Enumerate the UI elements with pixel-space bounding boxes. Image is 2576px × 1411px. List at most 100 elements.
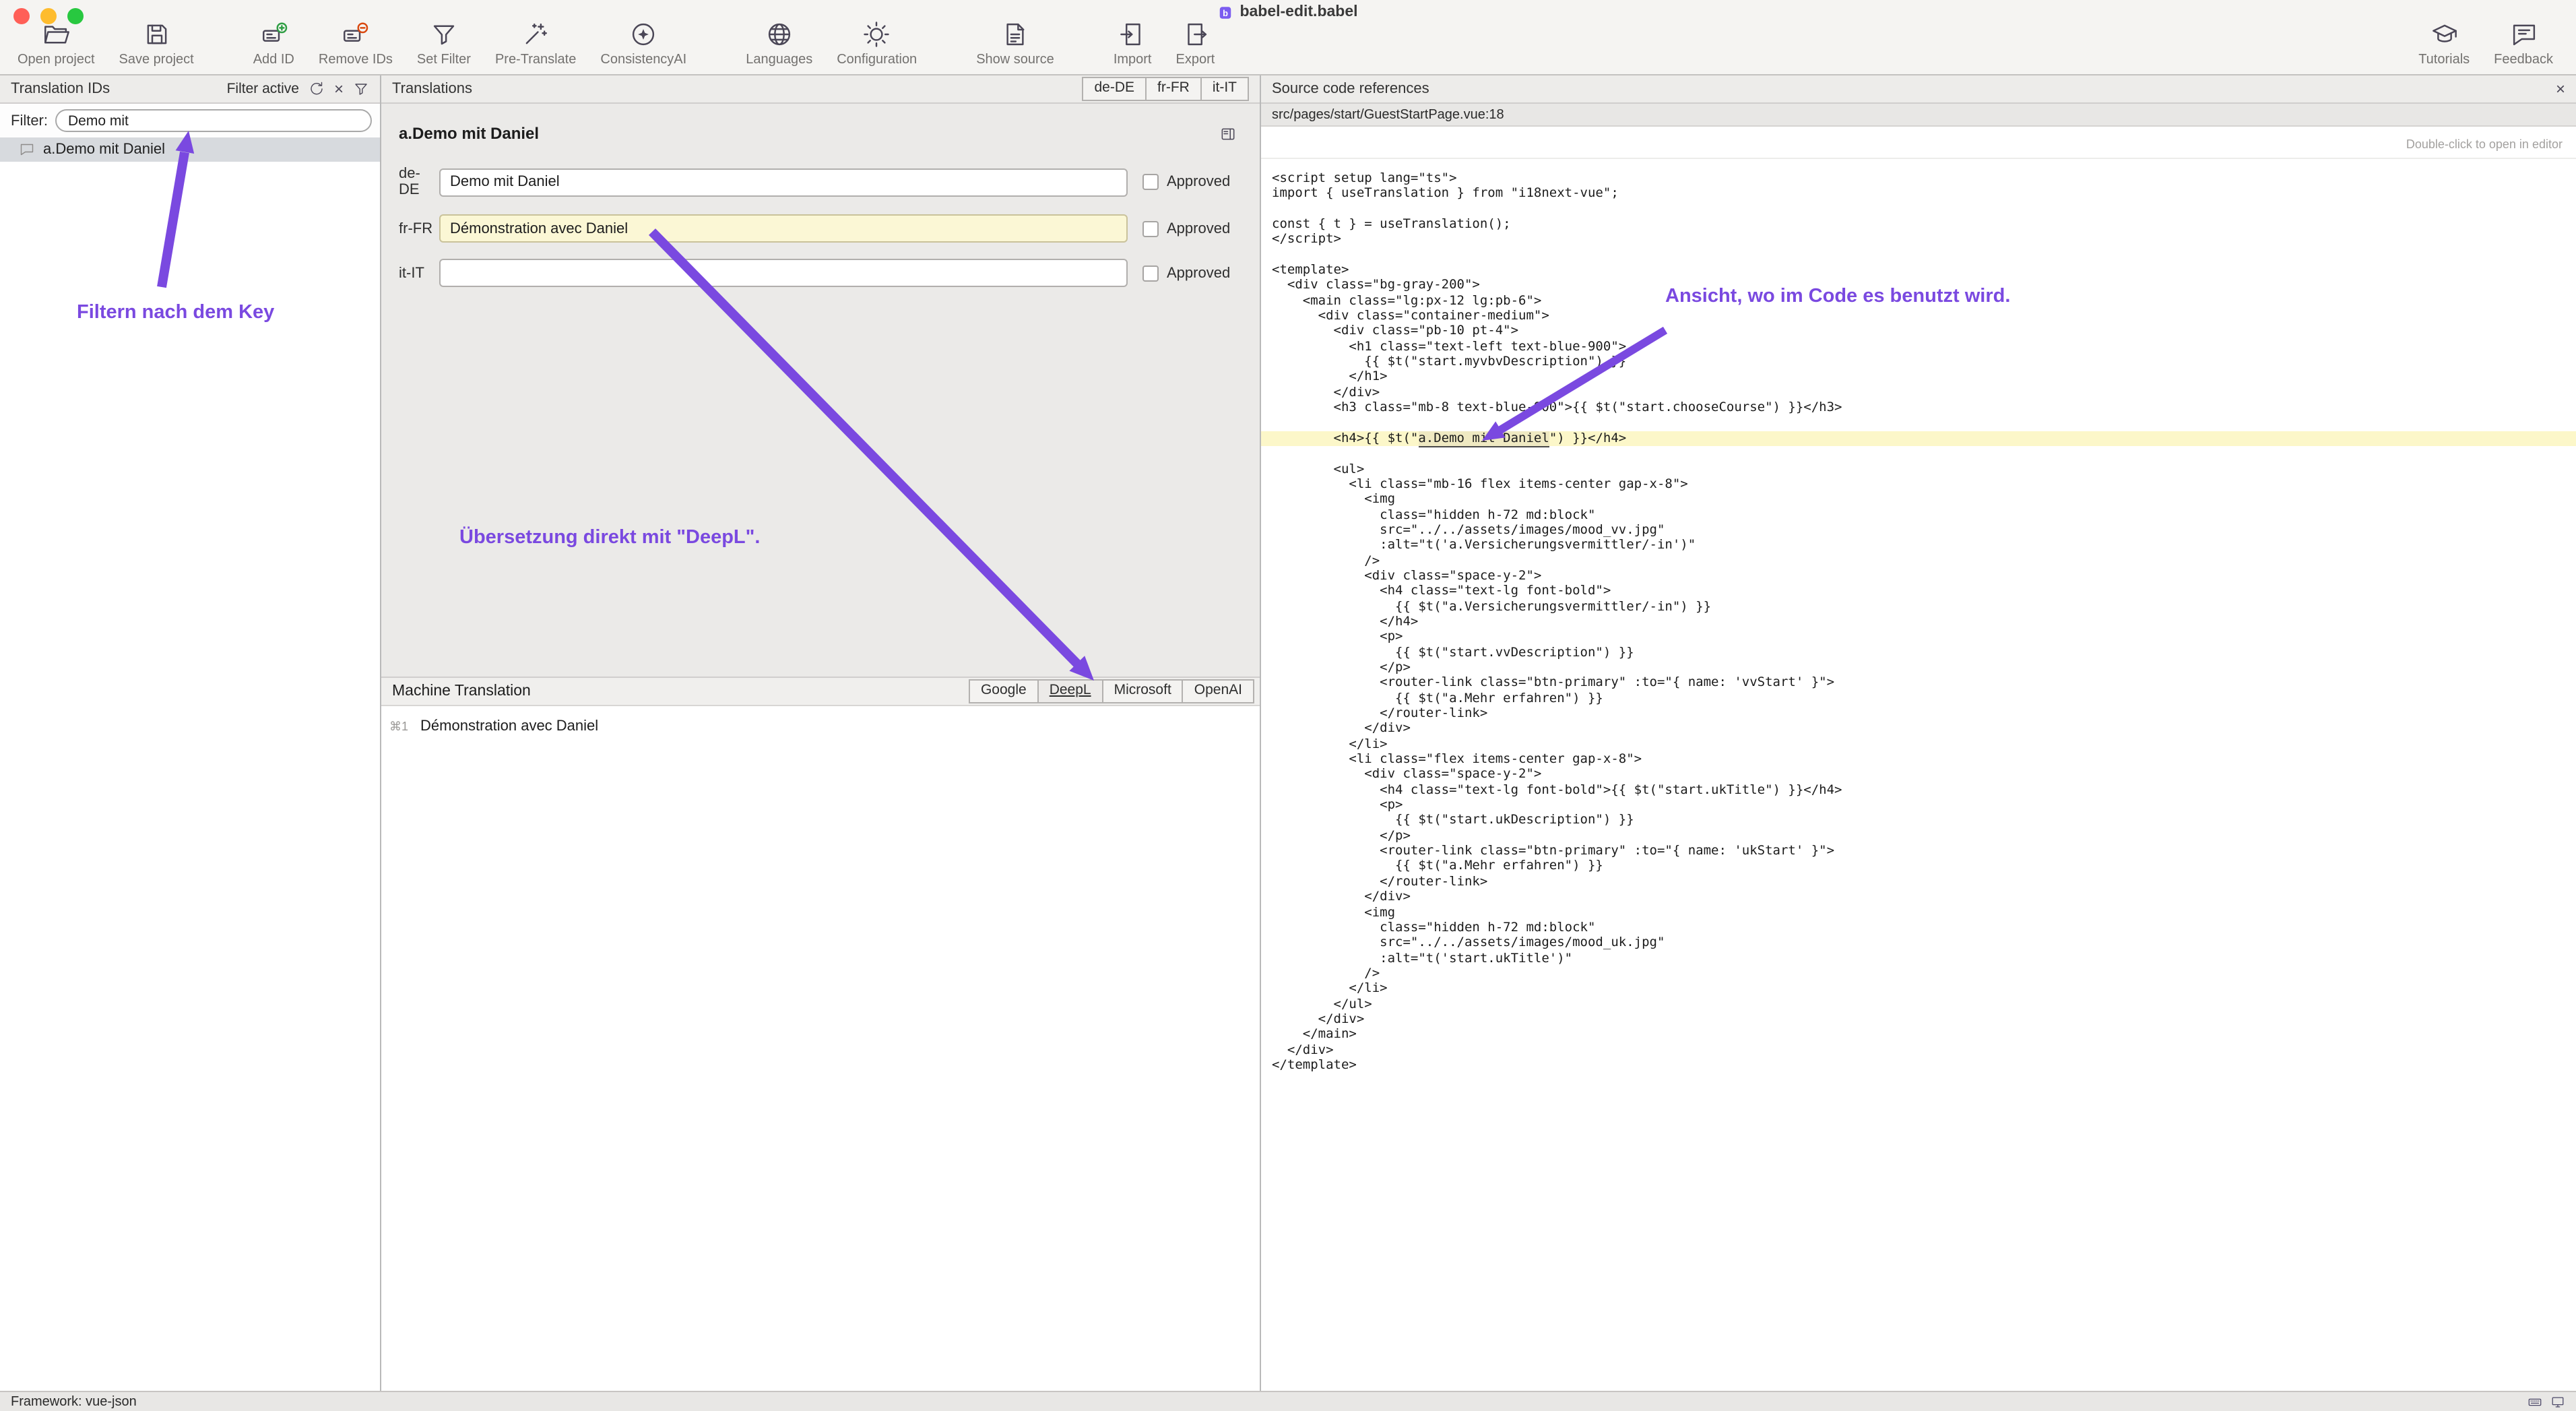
titlebar: b babel-edit.babel Open project Save proj… — [0, 0, 2576, 75]
toolbar-remove-ids-button[interactable]: Remove IDs — [307, 20, 405, 67]
toolbar-button-label: Pre-Translate — [495, 53, 576, 67]
code-line: </ul> — [1272, 997, 2576, 1012]
toolbar-button-label: Languages — [746, 53, 812, 67]
code-line: </h4> — [1272, 615, 2576, 630]
language-tab-de-DE[interactable]: de-DE — [1082, 77, 1147, 101]
toolbar-button-label: Export — [1176, 53, 1215, 67]
code-line: <h1 class="text-left text-blue-900"> — [1272, 340, 2576, 355]
refresh-icon[interactable] — [309, 81, 325, 97]
code-line: </router-link> — [1272, 706, 2576, 722]
toolbar-save-project-button[interactable]: Save project — [107, 20, 206, 67]
translation-ids-header: Translation IDs Filter active × — [0, 75, 380, 104]
file-reference: src/pages/start/GuestStartPage.vue:18 — [1272, 107, 1504, 122]
approved-checkbox[interactable] — [1142, 265, 1159, 281]
source-references-icon[interactable] — [1219, 125, 1237, 142]
code-line: </p> — [1272, 829, 2576, 844]
toolbar-consistencyai-button[interactable]: ConsistencyAI — [588, 20, 699, 67]
source-code-title: Source code references — [1272, 81, 1429, 97]
window-title: b babel-edit.babel — [0, 4, 2576, 20]
export-icon — [1181, 20, 1209, 49]
machine-translation-body: ⌘1 Démonstration avec Daniel — [381, 706, 1260, 1391]
translation-input-fr-FR[interactable] — [439, 214, 1128, 243]
code-line: {{ $t("a.Mehr erfahren") }} — [1272, 691, 2576, 706]
code-line: <template> — [1272, 263, 2576, 278]
translation-id-item[interactable]: a.Demo mit Daniel — [0, 137, 380, 162]
toolbar-button-label: Open project — [18, 53, 95, 67]
filter-input[interactable] — [55, 109, 372, 132]
code-line: <div class="container-medium"> — [1272, 309, 2576, 324]
keyboard-icon[interactable] — [2527, 1394, 2542, 1409]
toolbar-import-button[interactable]: Import — [1101, 20, 1164, 67]
display-icon[interactable] — [2550, 1394, 2565, 1409]
code-doc-icon — [1001, 20, 1029, 49]
filter-icon[interactable] — [353, 81, 369, 97]
toolbar-show-source-button[interactable]: Show source — [964, 20, 1066, 67]
wand-icon — [521, 20, 550, 49]
translation-row-de-DE: de-DEApproved — [399, 166, 1237, 198]
language-tab-it-IT[interactable]: it-IT — [1202, 77, 1249, 101]
toolbar-languages-button[interactable]: Languages — [734, 20, 825, 67]
feedback-icon — [2509, 20, 2538, 49]
toolbar-export-button[interactable]: Export — [1164, 20, 1227, 67]
toolbar-button-label: Save project — [119, 53, 194, 67]
mt-suggestion-row[interactable]: ⌘1 Démonstration avec Daniel — [389, 716, 1252, 737]
translation-rows: de-DEApprovedfr-FRApprovedit-ITApproved — [399, 166, 1237, 287]
code-line: </router-link> — [1272, 875, 2576, 890]
approved-checkbox[interactable] — [1142, 174, 1159, 190]
code-line: </div> — [1272, 1042, 2576, 1058]
machine-translation-header: Machine Translation GoogleDeepLMicrosoft… — [381, 677, 1260, 706]
language-label: de-DE — [399, 166, 439, 198]
code-line: <li class="mb-16 flex items-center gap-x… — [1272, 477, 2576, 493]
toolbar-button-label: Set Filter — [417, 53, 471, 67]
code-line: </div> — [1272, 722, 2576, 737]
translations-content: a.Demo mit Daniel de-DEApprovedfr-FRAppr… — [381, 104, 1260, 677]
entry-header: a.Demo mit Daniel — [399, 124, 1237, 143]
import-icon — [1118, 20, 1147, 49]
close-panel-icon[interactable]: × — [2556, 81, 2565, 97]
mt-tab-microsoft[interactable]: Microsoft — [1103, 679, 1184, 703]
code-line: {{ $t("start.vvDescription") }} — [1272, 645, 2576, 660]
code-line: </li> — [1272, 981, 2576, 997]
code-line — [1272, 446, 2576, 462]
status-bar: Framework: vue-json — [0, 1391, 2576, 1411]
approved-checkbox[interactable] — [1142, 220, 1159, 237]
code-line: /> — [1272, 553, 2576, 569]
code-line: <router-link class="btn-primary" :to="{ … — [1272, 676, 2576, 691]
language-label: it-IT — [399, 265, 439, 281]
mt-tab-openai[interactable]: OpenAI — [1184, 679, 1254, 703]
code-line — [1272, 247, 2576, 263]
code-line: <h4 class="text-lg font-bold"> — [1272, 584, 2576, 600]
toolbar-pre-translate-button[interactable]: Pre-Translate — [483, 20, 588, 67]
source-code-panel: Source code references × src/pages/start… — [1261, 75, 2576, 1391]
translation-ids-title: Translation IDs — [11, 81, 110, 97]
clear-filter-icon[interactable]: × — [334, 81, 344, 97]
toolbar-button-label: Show source — [976, 53, 1054, 67]
toolbar-set-filter-button[interactable]: Set Filter — [405, 20, 483, 67]
mt-tab-deepl[interactable]: DeepL — [1039, 679, 1103, 703]
toolbar-open-project-button[interactable]: Open project — [5, 20, 107, 67]
toolbar-tutorials-button[interactable]: Tutorials — [2406, 20, 2482, 67]
main-area: Translation IDs Filter active × Filter: … — [0, 75, 2576, 1391]
filter-row: Filter: — [0, 104, 380, 137]
code-line: import { useTranslation } from "i18next-… — [1272, 187, 2576, 202]
code-line: {{ $t("a.Mehr erfahren") }} — [1272, 859, 2576, 875]
code-line: </div> — [1272, 385, 2576, 401]
toolbar-feedback-button[interactable]: Feedback — [2482, 20, 2565, 67]
filter-label: Filter: — [11, 113, 48, 129]
mt-tab-google[interactable]: Google — [969, 679, 1039, 703]
language-tab-fr-FR[interactable]: fr-FR — [1147, 77, 1202, 101]
toolbar: Open project Save project Add IDRemove IDs… — [5, 20, 2565, 67]
code-line: <h4 class="text-lg font-bold">{{ $t("sta… — [1272, 783, 2576, 798]
entry-title: a.Demo mit Daniel — [399, 124, 539, 143]
code-line: </h1> — [1272, 370, 2576, 385]
mt-suggestion-text: Démonstration avec Daniel — [420, 718, 598, 734]
translations-panel: Translations de-DEfr-FRit-IT a.Demo mit … — [381, 75, 1261, 1391]
translation-input-de-DE[interactable] — [439, 168, 1128, 196]
toolbar-configuration-button[interactable]: Configuration — [825, 20, 929, 67]
translation-ids-panel: Translation IDs Filter active × Filter: … — [0, 75, 381, 1391]
approved-label: Approved — [1167, 220, 1237, 237]
file-reference-bar[interactable]: src/pages/start/GuestStartPage.vue:18 — [1261, 104, 2576, 127]
translation-input-it-IT[interactable] — [439, 259, 1128, 287]
toolbar-add-id-button[interactable]: Add ID — [241, 20, 307, 67]
approved-label: Approved — [1167, 265, 1237, 281]
